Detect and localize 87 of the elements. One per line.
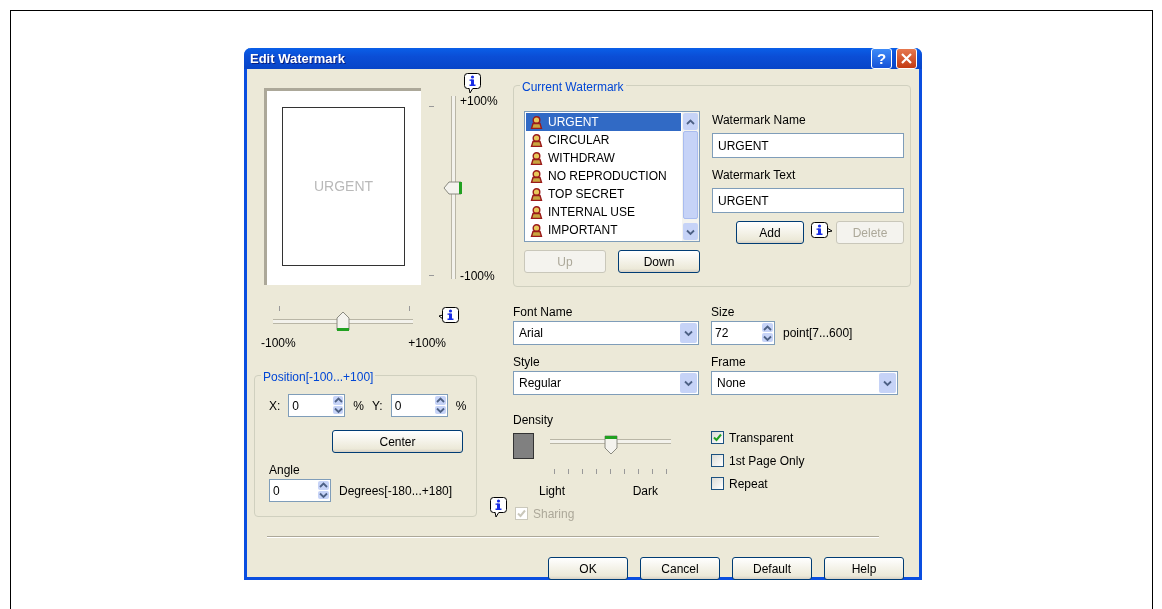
stamp-figure-icon: [530, 151, 543, 165]
tick-mark: [610, 469, 611, 474]
scale-label: Dark: [632, 483, 658, 500]
stamp-figure-icon: [530, 133, 543, 147]
checkbox[interactable]: [711, 431, 724, 444]
center-button[interactable]: Center: [332, 430, 463, 453]
list-item[interactable]: WITHDRAW: [526, 149, 681, 167]
tick-mark: [429, 275, 434, 276]
tick-mark: [568, 469, 569, 474]
unit-label: %: [353, 397, 364, 415]
help-button[interactable]: ?: [871, 48, 892, 69]
scale-label: -100%: [261, 335, 296, 352]
list-move-button[interactable]: Down: [618, 250, 700, 273]
text-field[interactable]: URGENT: [712, 133, 904, 158]
list-item[interactable]: CIRCULAR: [526, 131, 681, 149]
dialog-button[interactable]: Cancel: [640, 557, 720, 580]
tick-mark: [554, 469, 555, 474]
close-icon: [901, 53, 912, 64]
list-item[interactable]: TOP SECRET: [526, 185, 681, 203]
field-label: Y:: [372, 397, 383, 415]
slider-thumb[interactable]: [443, 180, 463, 195]
unit-label: %: [455, 397, 467, 415]
scrollbar-thumb[interactable]: [683, 131, 698, 219]
list-item[interactable]: IMPORTANT: [526, 221, 681, 239]
checkbox-label: Transparent: [729, 429, 794, 447]
dialog-button[interactable]: Help: [824, 557, 904, 580]
field-label: Frame: [711, 354, 747, 371]
checkbox-label: Repeat: [729, 475, 768, 493]
dropdown-arrow-button[interactable]: [879, 373, 896, 393]
slider-thumb[interactable]: [603, 435, 618, 455]
dialog-button[interactable]: OK: [548, 557, 628, 580]
field-label: Size: [711, 304, 736, 321]
text-field[interactable]: URGENT: [712, 188, 904, 213]
tick-mark: [596, 469, 597, 474]
field-label: Watermark Text: [712, 167, 797, 184]
list-item[interactable]: NO REPRODUCTION: [526, 167, 681, 185]
tick-mark: [582, 469, 583, 474]
checkbox-label: 1st Page Only: [729, 452, 805, 470]
field-label: Watermark Name: [712, 112, 807, 129]
dialog-button[interactable]: Default: [732, 557, 812, 580]
scale-label: +100%: [460, 93, 498, 110]
stamp-figure-icon: [530, 115, 543, 129]
field-label: X:: [269, 397, 281, 415]
scrollbar[interactable]: [682, 112, 699, 241]
tick-mark: [638, 469, 639, 474]
scroll-up-button[interactable]: [683, 113, 698, 130]
dropdown[interactable]: None: [711, 371, 898, 395]
tick-mark: [429, 106, 434, 107]
chevron-down-icon: [883, 379, 892, 387]
add-button[interactable]: Add: [736, 221, 804, 244]
stamp-figure-icon: [530, 187, 543, 201]
tick-mark: [666, 469, 667, 474]
slider-thumb[interactable]: [336, 311, 350, 331]
checkbox-label: Sharing: [533, 505, 575, 523]
field-label: Style: [513, 354, 541, 371]
tick-mark: [279, 306, 280, 311]
checkbox[interactable]: [711, 454, 724, 467]
density-swatch: [513, 433, 534, 459]
close-button[interactable]: [896, 48, 917, 69]
scale-label: Light: [539, 483, 566, 500]
chevron-down-icon: [684, 329, 693, 337]
chevron-up-icon: [686, 117, 695, 126]
field-label: Font Name: [513, 304, 574, 321]
list-item[interactable]: URGENT: [526, 113, 681, 131]
dropdown[interactable]: Arial: [513, 321, 699, 345]
stamp-figure-icon: [530, 169, 543, 183]
field-label: Angle: [269, 462, 301, 479]
dropdown[interactable]: Regular: [513, 371, 699, 395]
tick-mark: [409, 306, 410, 311]
dropdown-arrow-button[interactable]: [680, 373, 697, 393]
chevron-down-icon: [686, 227, 695, 236]
field-label: Density: [513, 412, 554, 429]
chevron-down-icon: [684, 379, 693, 387]
scale-label: +100%: [408, 335, 446, 352]
tick-mark: [652, 469, 653, 474]
tick-mark: [624, 469, 625, 474]
range-label: point[7...600]: [783, 325, 853, 342]
stamp-figure-icon: [530, 223, 543, 237]
dropdown-arrow-button[interactable]: [680, 323, 697, 343]
scroll-down-button[interactable]: [683, 223, 698, 240]
checkbox[interactable]: [711, 477, 724, 490]
window-title: Edit Watermark: [250, 49, 345, 68]
stamp-figure-icon: [530, 205, 543, 219]
range-label: Degrees[-180...+180]: [339, 482, 453, 500]
list-item[interactable]: INTERNAL USE: [526, 203, 681, 221]
watermark-preview-text: URGENT: [313, 177, 374, 196]
scale-label: -100%: [460, 268, 496, 285]
